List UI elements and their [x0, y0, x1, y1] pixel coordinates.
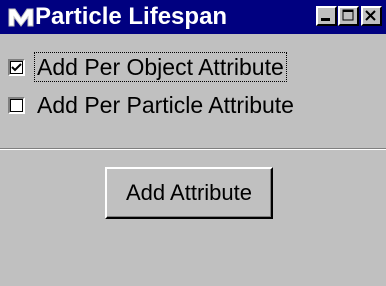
minimize-button[interactable]	[316, 6, 337, 26]
minimize-icon	[321, 18, 330, 21]
per-particle-attribute-label[interactable]: Add Per Particle Attribute	[34, 90, 297, 120]
add-attribute-button[interactable]: Add Attribute	[105, 167, 273, 219]
maximize-button[interactable]	[338, 6, 359, 26]
per-object-attribute-option[interactable]: Add Per Object Attribute	[0, 52, 386, 82]
close-button[interactable]	[361, 6, 382, 26]
per-object-attribute-label[interactable]: Add Per Object Attribute	[34, 52, 287, 82]
separator	[0, 148, 386, 150]
close-icon	[365, 10, 376, 21]
title-bar[interactable]: Particle Lifespan	[0, 0, 386, 34]
checkmark-icon	[11, 63, 22, 72]
window-title: Particle Lifespan	[35, 3, 228, 30]
maya-m-icon[interactable]	[7, 6, 35, 28]
per-particle-attribute-option[interactable]: Add Per Particle Attribute	[0, 90, 386, 120]
maximize-icon	[342, 9, 354, 21]
per-particle-attribute-checkbox[interactable]	[8, 97, 25, 114]
per-object-attribute-checkbox[interactable]	[8, 59, 25, 76]
